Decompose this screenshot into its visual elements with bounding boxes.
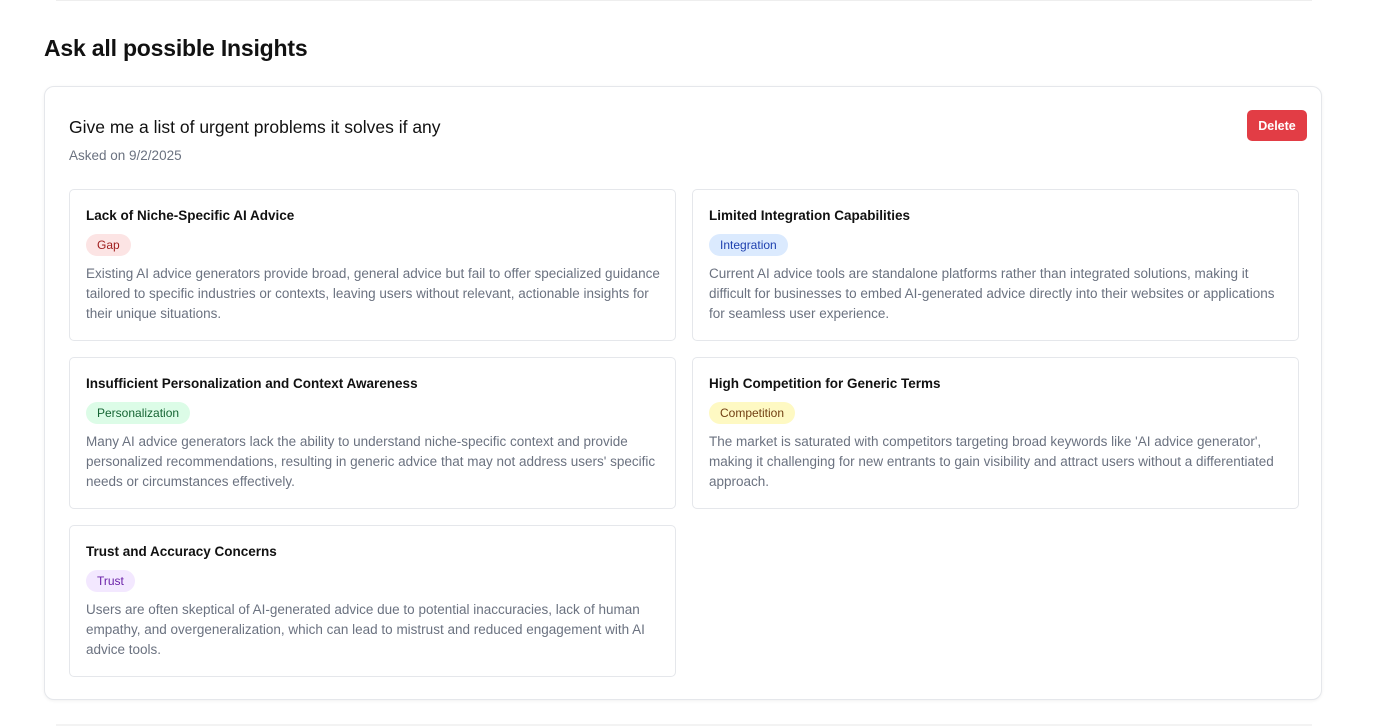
top-divider xyxy=(56,0,1312,1)
question-card: Give me a list of urgent problems it sol… xyxy=(44,86,1322,700)
insight-tag: Competition xyxy=(709,402,796,424)
insight-description: Current AI advice tools are standalone p… xyxy=(709,266,1275,321)
insight-card: Limited Integration Capabilities Integra… xyxy=(692,189,1299,341)
insight-tag: Trust xyxy=(86,570,135,592)
question-title: Give me a list of urgent problems it sol… xyxy=(69,117,441,137)
insight-title: High Competition for Generic Terms xyxy=(709,376,941,391)
question-date: Asked on 9/2/2025 xyxy=(69,148,182,163)
insight-description: Many AI advice generators lack the abili… xyxy=(86,434,656,489)
insight-title: Lack of Niche-Specific AI Advice xyxy=(86,208,295,223)
insight-card: High Competition for Generic Terms Compe… xyxy=(692,357,1299,509)
insight-tag: Personalization xyxy=(86,402,191,424)
insight-tag: Gap xyxy=(86,234,131,256)
insight-card: Trust and Accuracy Concerns Trust Users … xyxy=(69,525,676,677)
insight-card: Insufficient Personalization and Context… xyxy=(69,357,676,509)
page-title: Ask all possible Insights xyxy=(44,35,308,61)
insight-title: Limited Integration Capabilities xyxy=(709,208,911,223)
insight-description: The market is saturated with competitors… xyxy=(709,434,1274,489)
insight-title: Insufficient Personalization and Context… xyxy=(86,376,418,391)
insight-tag: Integration xyxy=(709,234,788,256)
delete-button[interactable]: Delete xyxy=(1247,110,1307,141)
insight-card: Lack of Niche-Specific AI Advice Gap Exi… xyxy=(69,189,676,341)
insight-description: Users are often skeptical of AI-generate… xyxy=(86,602,645,657)
insight-title: Trust and Accuracy Concerns xyxy=(86,544,277,559)
insight-description: Existing AI advice generators provide br… xyxy=(86,266,660,321)
